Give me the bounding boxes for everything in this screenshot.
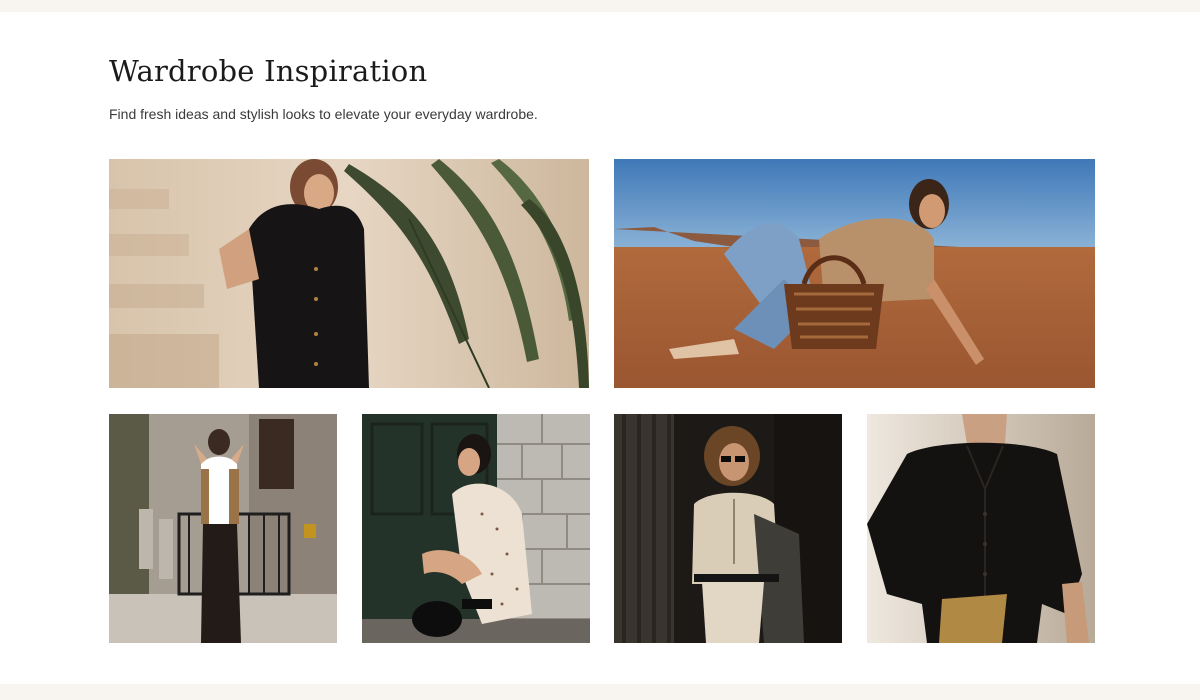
- photo-black-blouse: [867, 414, 1095, 643]
- gallery-image-black-knit-dress[interactable]: [109, 159, 589, 388]
- section-subtitle: Find fresh ideas and stylish looks to el…: [109, 106, 538, 122]
- section-title: Wardrobe Inspiration: [109, 54, 428, 88]
- photo-polka-dot-dress: [362, 414, 590, 643]
- photo-desert-denim-look: [614, 159, 1095, 388]
- gallery-image-black-blouse[interactable]: [867, 414, 1095, 643]
- top-strip: [0, 0, 1200, 12]
- photo-city-vest-look: [109, 414, 337, 643]
- bottom-strip: [0, 684, 1200, 700]
- gallery-image-city-vest-look[interactable]: [109, 414, 337, 643]
- photo-black-knit-dress: [109, 159, 589, 388]
- gallery-image-polka-dot-dress[interactable]: [362, 414, 590, 643]
- gallery-image-cardigan-sunglasses-look[interactable]: [614, 414, 842, 643]
- photo-cardigan-sunglasses-look: [614, 414, 842, 643]
- gallery-image-desert-denim-look[interactable]: [614, 159, 1095, 388]
